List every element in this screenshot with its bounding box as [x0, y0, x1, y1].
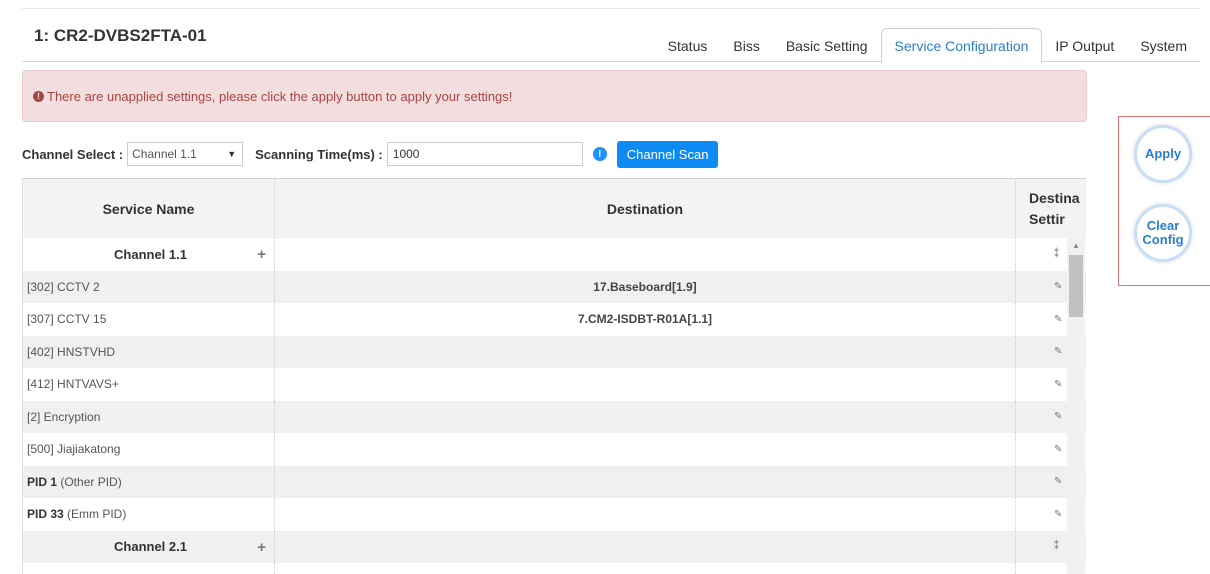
- table-row[interactable]: [412] HNTVAVS+ ✎: [23, 368, 1086, 401]
- tab-status[interactable]: Status: [655, 29, 721, 63]
- column-header-destination: Destination: [275, 179, 1016, 238]
- tab-service-configuration[interactable]: Service Configuration: [880, 28, 1043, 64]
- scanning-time-label: Scanning Time(ms) :: [255, 146, 383, 162]
- clear-config-button[interactable]: Clear Config: [1134, 204, 1192, 262]
- destination-cell: [275, 368, 1016, 401]
- service-name-cell: Channel 2.1 +: [23, 530, 275, 563]
- table-row[interactable]: [307] CCTV 15 7.CM2-ISDBT-R01A[1.1] ✎: [23, 303, 1086, 336]
- alert-message: There are unapplied settings, please cli…: [47, 88, 513, 104]
- service-name-cell: PID 33 (Emm PID): [23, 498, 275, 531]
- service-name-cell: [307] CCTV 15: [23, 303, 275, 336]
- channel-group-row[interactable]: Channel 1.1 + ⁑: [23, 238, 1086, 271]
- service-name: [402] HNSTVHD: [27, 344, 116, 359]
- unapplied-settings-alert: ! There are unapplied settings, please c…: [22, 70, 1087, 122]
- tab-biss[interactable]: Biss: [720, 29, 772, 63]
- service-name: [307] CCTV 15: [27, 312, 107, 327]
- service-name: [2] Encryption: [27, 409, 101, 424]
- channel-scan-button[interactable]: Channel Scan: [616, 140, 719, 168]
- destination-cell: [275, 400, 1016, 433]
- plus-icon[interactable]: +: [257, 539, 266, 556]
- pid-label: PID 1: [27, 474, 58, 489]
- apply-button[interactable]: Apply: [1134, 125, 1192, 183]
- service-table: Service Name Destination Destina Settir …: [22, 178, 1086, 574]
- exclamation-circle-icon: !: [33, 90, 44, 102]
- service-name-cell: [302] CCTV 2: [23, 270, 275, 303]
- service-name-cell: Channel 1.1 +: [23, 238, 275, 271]
- table-row[interactable]: [500] Jiajiakatong ✎: [23, 433, 1086, 466]
- destination-cell: [275, 433, 1016, 466]
- destination-cell: [275, 238, 1016, 271]
- table-header: Service Name Destination Destina Settir: [23, 179, 1086, 238]
- scroll-thumb[interactable]: [1069, 255, 1083, 317]
- service-name-cell: PID 1 (Other PID): [23, 465, 275, 498]
- service-name: [500] Jiajiakatong: [27, 442, 121, 457]
- tab-system[interactable]: System: [1127, 29, 1200, 63]
- column-header-line1: Destina: [1029, 189, 1080, 206]
- destination-cell: [275, 465, 1016, 498]
- column-header-service-name: Service Name: [23, 179, 275, 238]
- scanning-time-input[interactable]: 1000: [386, 142, 583, 166]
- destination-cell: 7.CM2-ISDBT-R01A[1.1]: [275, 303, 1016, 336]
- tab-bar: Status Biss Basic Setting Service Configura…: [655, 19, 1200, 64]
- column-header-destination-setting: Destina Settir: [1016, 179, 1086, 238]
- tab-ip-output[interactable]: IP Output: [1042, 29, 1127, 63]
- service-name: [412] HNTVAVS+: [27, 377, 119, 392]
- scan-controls: Channel Select : Channel 1.1 ▼ Scanning …: [22, 140, 719, 168]
- table-row[interactable]: PID 1 (Other PID) ✎: [23, 465, 1086, 498]
- channel-name: Channel 2.1: [114, 539, 187, 555]
- channel-select-label: Channel Select :: [22, 146, 124, 162]
- destination-cell: 17.Baseboard[1.9]: [275, 563, 1016, 574]
- destination-cell: [275, 498, 1016, 531]
- service-name-cell: [2] Encryption: [23, 400, 275, 433]
- table-row[interactable]: [302] CCTV 217.Baseboard[1.9]✎: [23, 270, 1086, 303]
- header-bar: 1: CR2-DVBS2FTA-01 Status Biss Basic Setti…: [22, 8, 1200, 64]
- pid-description: (Other PID): [57, 474, 122, 489]
- plus-icon[interactable]: +: [257, 246, 266, 263]
- caret-down-icon: ▼: [227, 149, 237, 159]
- channel-group-row[interactable]: Channel 2.1 + ⁑: [23, 530, 1086, 563]
- channel-name: Channel 1.1: [114, 246, 187, 262]
- tab-basic-setting[interactable]: Basic Setting: [773, 29, 881, 63]
- info-icon[interactable]: !: [592, 147, 607, 161]
- service-name-cell: [402] HNSTVHD: [23, 335, 275, 368]
- service-name-cell: [500] Jiajiakatong: [23, 433, 275, 466]
- table-row[interactable]: [302] CCTV 217.Baseboard[1.9]✎: [23, 563, 1086, 574]
- destination-cell: [275, 530, 1016, 563]
- pid-label: PID 33: [27, 507, 64, 522]
- table-scrollbar[interactable]: ▲: [1067, 237, 1085, 574]
- service-name-cell: [412] HNTVAVS+: [23, 368, 275, 401]
- table-row[interactable]: [402] HNSTVHD ✎: [23, 335, 1086, 368]
- destination-cell: 17.Baseboard[1.9]: [275, 270, 1016, 303]
- channel-select[interactable]: Channel 1.1 ▼: [127, 142, 244, 166]
- table-row[interactable]: [2] Encryption ✎: [23, 400, 1086, 433]
- service-name-cell: [302] CCTV 2: [23, 563, 275, 574]
- pid-description: (Emm PID): [63, 507, 127, 522]
- table-row[interactable]: PID 33 (Emm PID) ✎: [23, 498, 1086, 531]
- clear-label: Clear: [1146, 218, 1180, 233]
- scroll-up-icon[interactable]: ▲: [1072, 241, 1080, 250]
- destination-cell: [275, 335, 1016, 368]
- table-body: Channel 1.1 + ⁑ [302] CCTV 2 17.Baseboard[1.…: [23, 238, 1086, 574]
- channel-select-value: Channel 1.1: [132, 147, 197, 161]
- device-title: 1: CR2-DVBS2FTA-01: [34, 26, 207, 45]
- config-label: Config: [1142, 232, 1184, 247]
- service-name: [302] CCTV 2: [27, 279, 100, 294]
- column-header-line2: Settir: [1029, 210, 1065, 227]
- page: 1: CR2-DVBS2FTA-01 Status Biss Basic Setti…: [0, 0, 1210, 574]
